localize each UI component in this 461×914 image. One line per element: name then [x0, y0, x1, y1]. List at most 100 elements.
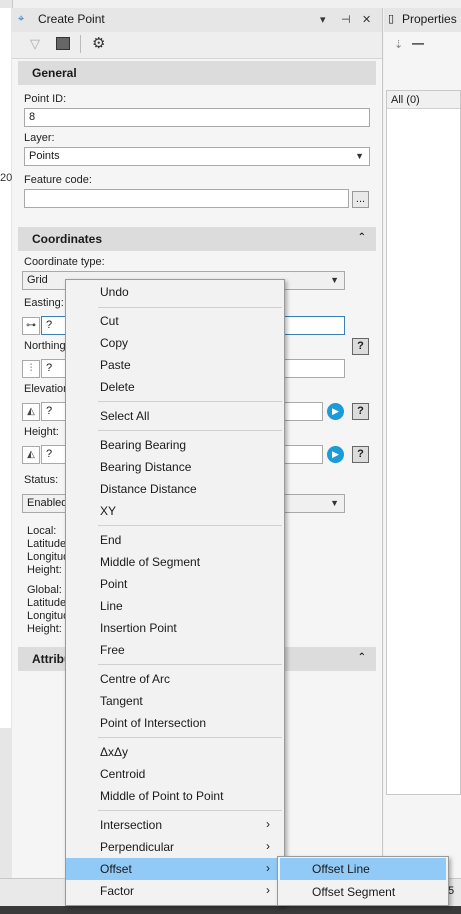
context-menu: Undo Cut Copy Paste Delete Select All Be…	[65, 279, 285, 906]
height-label: Height:	[24, 426, 59, 438]
gear-icon[interactable]: ⚙	[92, 34, 105, 52]
filter-icon[interactable]: ▽	[30, 36, 40, 52]
panel-title: Create Point	[38, 12, 105, 26]
menu-item-label: XY	[100, 504, 117, 518]
menu-separator	[98, 737, 282, 738]
submenu-item-offset-line[interactable]: Offset Line	[280, 858, 446, 880]
menu-item-label: Intersection	[100, 818, 163, 832]
chevron-down-icon: ▼	[330, 275, 339, 285]
submenu-item-offset-segment[interactable]: Offset Segment	[280, 881, 446, 903]
menu-item-tangent[interactable]: Tangent	[66, 690, 282, 712]
menu-item-perpendicular[interactable]: Perpendicular ›	[66, 836, 282, 858]
feature-code-browse-button[interactable]: ...	[352, 191, 369, 208]
menu-item-point-of-intersection[interactable]: Point of Intersection	[66, 712, 282, 734]
menu-item-undo[interactable]: Undo	[66, 281, 282, 303]
menu-item-middle-of-segment[interactable]: Middle of Segment	[66, 551, 282, 573]
menu-item-line[interactable]: Line	[66, 595, 282, 617]
menu-item-select-all[interactable]: Select All	[66, 405, 282, 427]
menu-item-label: Copy	[100, 336, 129, 350]
dropdown-arrow-icon[interactable]: ▾	[320, 13, 326, 26]
menu-item-centre-of-arc[interactable]: Centre of Arc	[66, 668, 282, 690]
menu-item-label: Middle of Point to Point	[100, 789, 224, 803]
menu-item-label: Tangent	[100, 694, 143, 708]
menu-item-label: Line	[100, 599, 123, 613]
layer-select[interactable]: Points ▼	[24, 147, 370, 166]
point-id-field[interactable]: 8	[24, 108, 370, 127]
menu-item-bearing-distance[interactable]: Bearing Distance	[66, 456, 282, 478]
menu-item-end[interactable]: End	[66, 529, 282, 551]
submenu-item-label: Offset Line	[312, 862, 370, 876]
menu-item-label: Centre of Arc	[100, 672, 171, 686]
canvas-label: 20	[0, 172, 13, 184]
local-longitude-label: Longitud	[27, 551, 70, 563]
coordinates-header-label: Coordinates	[32, 232, 103, 246]
submenu-item-label: Offset Segment	[312, 885, 396, 899]
menu-item-middle-of-point-to-point[interactable]: Middle of Point to Point	[66, 785, 282, 807]
northing-pick-icon[interactable]: ⫶	[22, 360, 40, 378]
menu-item-paste[interactable]: Paste	[66, 354, 282, 376]
menu-item-distance-distance[interactable]: Distance Distance	[66, 478, 282, 500]
properties-grid[interactable]: All (0)	[386, 90, 461, 795]
easting-label: Easting:	[24, 297, 64, 309]
collapse-chevron-icon[interactable]: ⌃	[358, 652, 366, 663]
filter-icon[interactable]: ⇣	[394, 38, 403, 51]
submenu-arrow-icon: ›	[266, 861, 270, 875]
local-label: Local:	[27, 525, 57, 537]
coordinates-section-header[interactable]: Coordinates ⌃	[18, 227, 376, 251]
properties-titlebar: ▯ Properties	[384, 8, 461, 32]
properties-grid-header: All (0)	[387, 91, 460, 109]
menu-item-label: Offset	[100, 862, 132, 876]
layer-label: Layer:	[24, 132, 55, 144]
close-icon[interactable]: ✕	[362, 13, 371, 26]
elevation-help-button[interactable]: ?	[352, 403, 369, 420]
submenu-arrow-icon: ›	[266, 883, 270, 897]
general-header-label: General	[32, 66, 77, 80]
status-label: Status:	[24, 474, 59, 486]
northing-help-button[interactable]: ?	[352, 338, 369, 355]
menu-separator	[98, 525, 282, 526]
collapse-chevron-icon[interactable]: ⌃	[358, 232, 366, 243]
menu-item-label: Select All	[100, 409, 150, 423]
menu-item-offset[interactable]: Offset ›	[66, 858, 282, 880]
panel-titlebar: ⌖ Create Point ▾ ⊣ ✕	[12, 8, 382, 32]
menu-item-delta-x-delta-y[interactable]: ΔxΔy	[66, 741, 282, 763]
height-pick-surface-icon[interactable]: ▶	[327, 446, 344, 463]
toolbar-divider	[80, 35, 81, 53]
elevation-pick-surface-icon[interactable]: ▶	[327, 403, 344, 420]
menu-item-free[interactable]: Free	[66, 639, 282, 661]
menu-item-delete[interactable]: Delete	[66, 376, 282, 398]
create-point-icon: ⌖	[18, 13, 25, 25]
global-longitude-label: Longitud	[27, 610, 70, 622]
menu-item-label: End	[100, 533, 122, 547]
menu-item-label: Free	[100, 643, 125, 657]
elevation-pick-icon[interactable]: ◭	[22, 403, 40, 421]
menu-separator	[98, 810, 282, 811]
easting-pick-icon[interactable]: ⊶	[22, 317, 40, 335]
menu-item-xy[interactable]: XY	[66, 500, 282, 522]
menu-item-copy[interactable]: Copy	[66, 332, 282, 354]
chevron-down-icon: ▼	[355, 151, 364, 161]
window-icon[interactable]	[56, 37, 70, 50]
menu-item-factor[interactable]: Factor ›	[66, 880, 282, 902]
panel-toolbar: ▽ ⚙	[12, 32, 382, 59]
collapse-icon[interactable]: —	[412, 36, 424, 50]
menu-item-point[interactable]: Point	[66, 573, 282, 595]
properties-icon: ▯	[388, 13, 395, 25]
menu-item-centroid[interactable]: Centroid	[66, 763, 282, 785]
global-height-label: Height:	[27, 623, 62, 635]
height-help-button[interactable]: ?	[352, 446, 369, 463]
properties-panel: ▯ Properties ⇣ — All (0)	[384, 8, 461, 888]
height-pick-icon[interactable]: ◭	[22, 446, 40, 464]
northing-label: Northing	[24, 340, 66, 352]
general-section-header[interactable]: General	[18, 61, 376, 85]
drawing-canvas[interactable]	[0, 8, 11, 728]
feature-code-field[interactable]	[24, 189, 349, 208]
pin-icon[interactable]: ⊣	[341, 13, 351, 26]
menu-item-intersection[interactable]: Intersection ›	[66, 814, 282, 836]
menu-item-insertion-point[interactable]: Insertion Point	[66, 617, 282, 639]
menu-item-cut[interactable]: Cut	[66, 310, 282, 332]
feature-code-label: Feature code:	[24, 174, 92, 186]
menu-item-label: Middle of Segment	[100, 555, 201, 569]
menu-item-bearing-bearing[interactable]: Bearing Bearing	[66, 434, 282, 456]
local-height-label: Height:	[27, 564, 62, 576]
